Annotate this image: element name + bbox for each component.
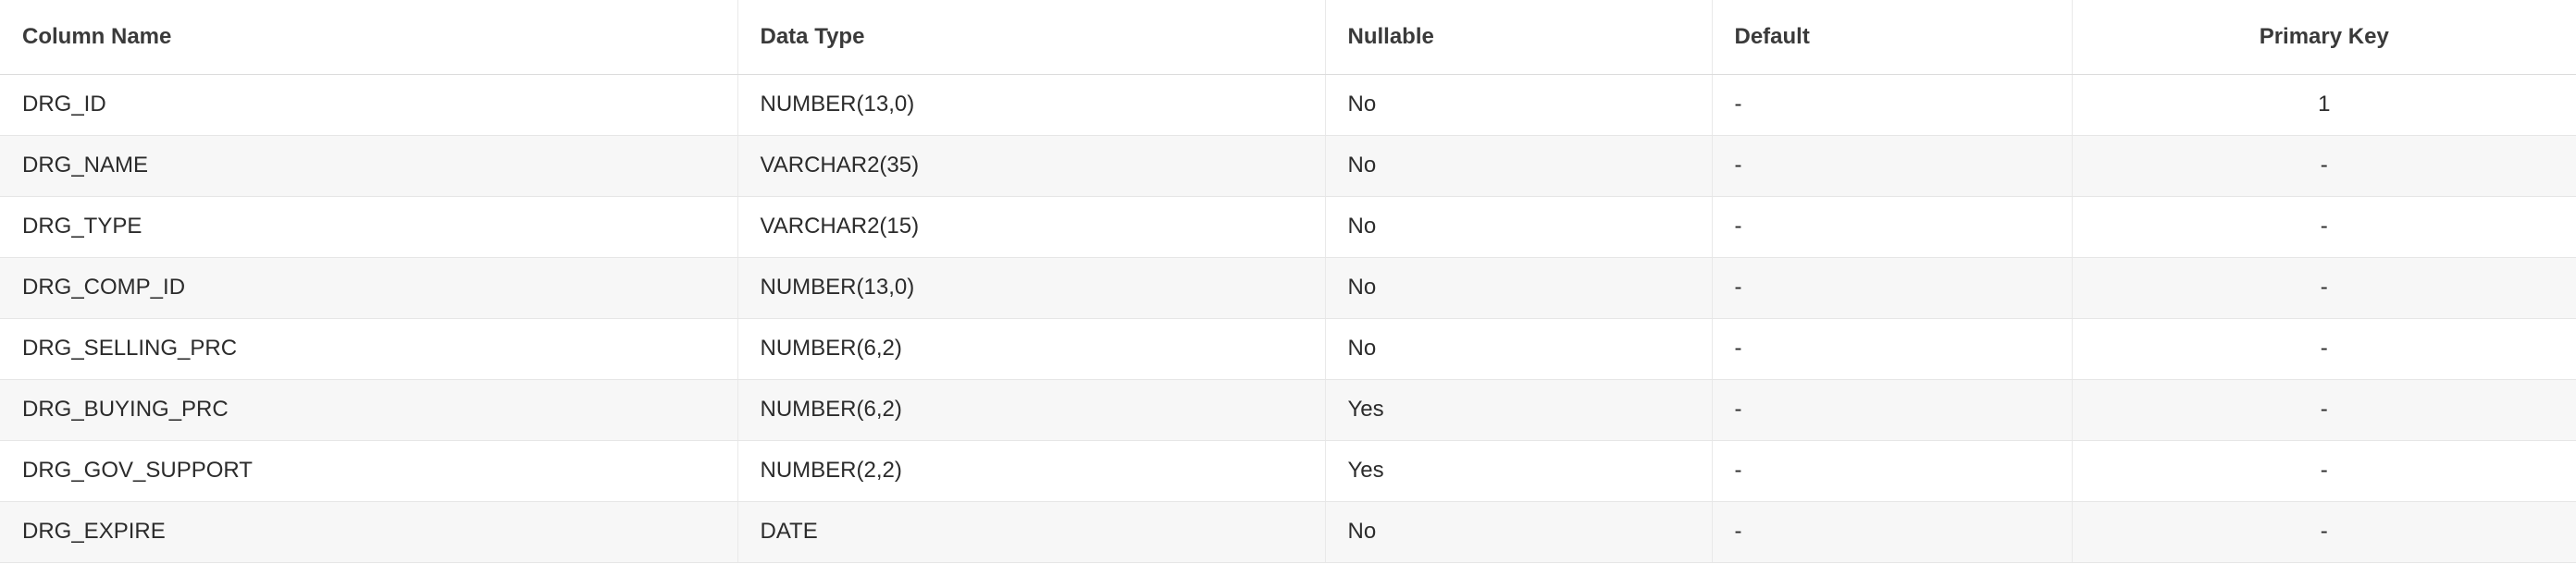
cell-default: - [1711,257,2072,319]
table-row: DRG_ID NUMBER(13,0) No - 1 [0,74,2576,136]
cell-data-type: VARCHAR2(35) [737,135,1325,197]
cell-primary-key: - [2071,440,2576,502]
cell-primary-key: - [2071,501,2576,563]
cell-nullable: Yes [1324,440,1712,502]
cell-default: - [1711,135,2072,197]
cell-primary-key: - [2071,135,2576,197]
header-data-type[interactable]: Data Type [737,0,1325,75]
cell-data-type: NUMBER(2,2) [737,440,1325,502]
cell-default: - [1711,501,2072,563]
cell-data-type: NUMBER(6,2) [737,379,1325,441]
header-default[interactable]: Default [1711,0,2072,75]
cell-nullable: No [1324,318,1712,380]
table-row: DRG_NAME VARCHAR2(35) No - - [0,135,2576,197]
cell-primary-key: - [2071,318,2576,380]
cell-data-type: VARCHAR2(15) [737,196,1325,258]
table-columns-grid: Column Name Data Type Nullable Default P… [0,0,2576,563]
cell-nullable: Yes [1324,379,1712,441]
cell-primary-key: 1 [2071,74,2576,136]
cell-default: - [1711,440,2072,502]
table-body: DRG_ID NUMBER(13,0) No - 1 DRG_NAME VARC… [0,74,2576,563]
cell-nullable: No [1324,196,1712,258]
table-row: DRG_COMP_ID NUMBER(13,0) No - - [0,257,2576,319]
header-column-name[interactable]: Column Name [0,0,737,75]
cell-primary-key: - [2071,196,2576,258]
cell-column-name: DRG_COMP_ID [0,257,737,319]
table-header: Column Name Data Type Nullable Default P… [0,0,2576,75]
cell-column-name: DRG_SELLING_PRC [0,318,737,380]
columns-table: Column Name Data Type Nullable Default P… [0,0,2576,563]
table-row: DRG_BUYING_PRC NUMBER(6,2) Yes - - [0,379,2576,441]
header-primary-key[interactable]: Primary Key [2071,0,2576,75]
cell-nullable: No [1324,501,1712,563]
table-row: DRG_GOV_SUPPORT NUMBER(2,2) Yes - - [0,440,2576,502]
cell-data-type: NUMBER(13,0) [737,257,1325,319]
cell-nullable: No [1324,74,1712,136]
cell-default: - [1711,196,2072,258]
cell-column-name: DRG_GOV_SUPPORT [0,440,737,502]
cell-data-type: NUMBER(6,2) [737,318,1325,380]
cell-data-type: NUMBER(13,0) [737,74,1325,136]
table-row: DRG_TYPE VARCHAR2(15) No - - [0,196,2576,258]
cell-column-name: DRG_NAME [0,135,737,197]
cell-column-name: DRG_EXPIRE [0,501,737,563]
cell-column-name: DRG_ID [0,74,737,136]
header-row: Column Name Data Type Nullable Default P… [0,0,2576,75]
cell-primary-key: - [2071,257,2576,319]
cell-column-name: DRG_BUYING_PRC [0,379,737,441]
cell-primary-key: - [2071,379,2576,441]
header-nullable[interactable]: Nullable [1324,0,1712,75]
cell-default: - [1711,379,2072,441]
table-row: DRG_EXPIRE DATE No - - [0,501,2576,563]
cell-default: - [1711,74,2072,136]
cell-default: - [1711,318,2072,380]
cell-data-type: DATE [737,501,1325,563]
cell-column-name: DRG_TYPE [0,196,737,258]
table-row: DRG_SELLING_PRC NUMBER(6,2) No - - [0,318,2576,380]
cell-nullable: No [1324,257,1712,319]
cell-nullable: No [1324,135,1712,197]
